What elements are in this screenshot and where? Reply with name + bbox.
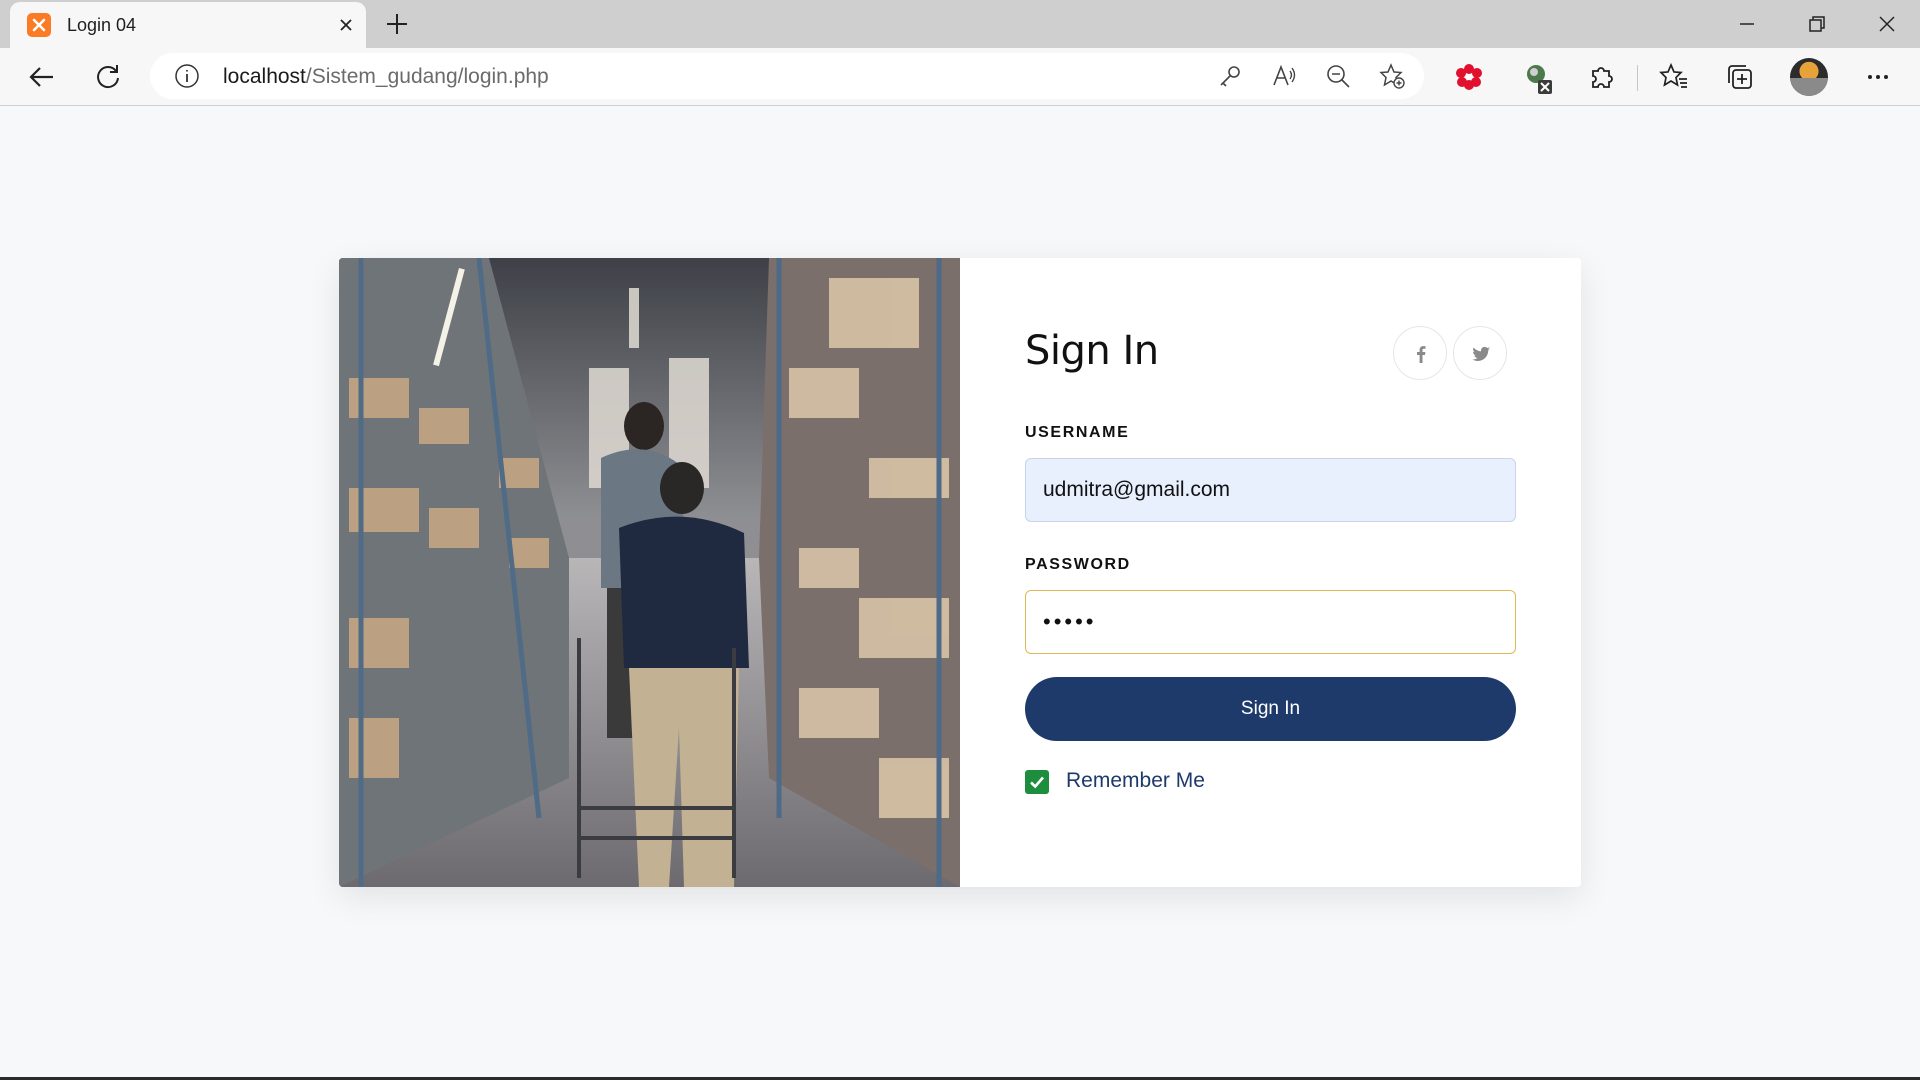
profile-avatar[interactable] [1790,58,1828,96]
browser-tab[interactable]: Login 04 [10,2,366,48]
check-icon [1030,776,1044,789]
tab-close-icon[interactable] [334,13,358,37]
page-title: Sign In [1025,328,1159,374]
remember-me-label[interactable]: Remember Me [1066,769,1205,793]
read-aloud-icon[interactable] [1271,63,1297,89]
add-favorite-icon[interactable] [1379,63,1405,89]
more-icon[interactable] [1863,62,1893,92]
remember-me-checkbox[interactable] [1025,770,1049,794]
url-path: /Sistem_gudang/login.php [305,65,549,88]
favorites-icon[interactable] [1659,62,1689,92]
refresh-icon[interactable] [93,62,123,92]
username-field[interactable]: udmitra@gmail.com [1025,458,1516,522]
extension-excel-icon[interactable] [1522,62,1552,94]
new-tab-plus-icon[interactable] [384,11,410,37]
password-field[interactable]: ••••• [1025,590,1516,654]
sign-in-button[interactable]: Sign In [1025,677,1516,741]
warehouse-photo [339,258,960,887]
tab-title: Login 04 [67,15,137,35]
restore-icon[interactable] [1805,12,1829,36]
extensions-icon[interactable] [1587,62,1617,92]
address-bar[interactable]: localhost/Sistem_gudang/login.php [150,53,1424,99]
url-text[interactable]: localhost/Sistem_gudang/login.php [223,65,549,89]
extension-red-icon[interactable] [1454,62,1484,92]
facebook-button[interactable] [1393,326,1447,380]
info-icon[interactable] [174,63,200,89]
login-card: Sign In USERNAME udmitra@gmail.com PASSW… [339,258,1581,887]
url-host: localhost [223,65,306,88]
xampp-favicon-icon [27,13,51,37]
minimize-icon[interactable] [1735,12,1759,36]
toolbar-separator [1637,65,1638,91]
key-icon[interactable] [1217,63,1243,89]
twitter-button[interactable] [1453,326,1507,380]
window-close-icon[interactable] [1875,12,1899,36]
facebook-icon [1417,346,1426,363]
twitter-icon [1472,346,1490,361]
tab-strip: Login 04 [0,0,1920,48]
back-icon[interactable] [27,62,57,92]
username-label: USERNAME [1025,424,1130,441]
browser-toolbar: localhost/Sistem_gudang/login.php [0,48,1920,106]
login-form: Sign In USERNAME udmitra@gmail.com PASSW… [960,258,1581,887]
collections-icon[interactable] [1725,62,1755,92]
password-label: PASSWORD [1025,556,1131,573]
zoom-out-icon[interactable] [1325,63,1351,89]
